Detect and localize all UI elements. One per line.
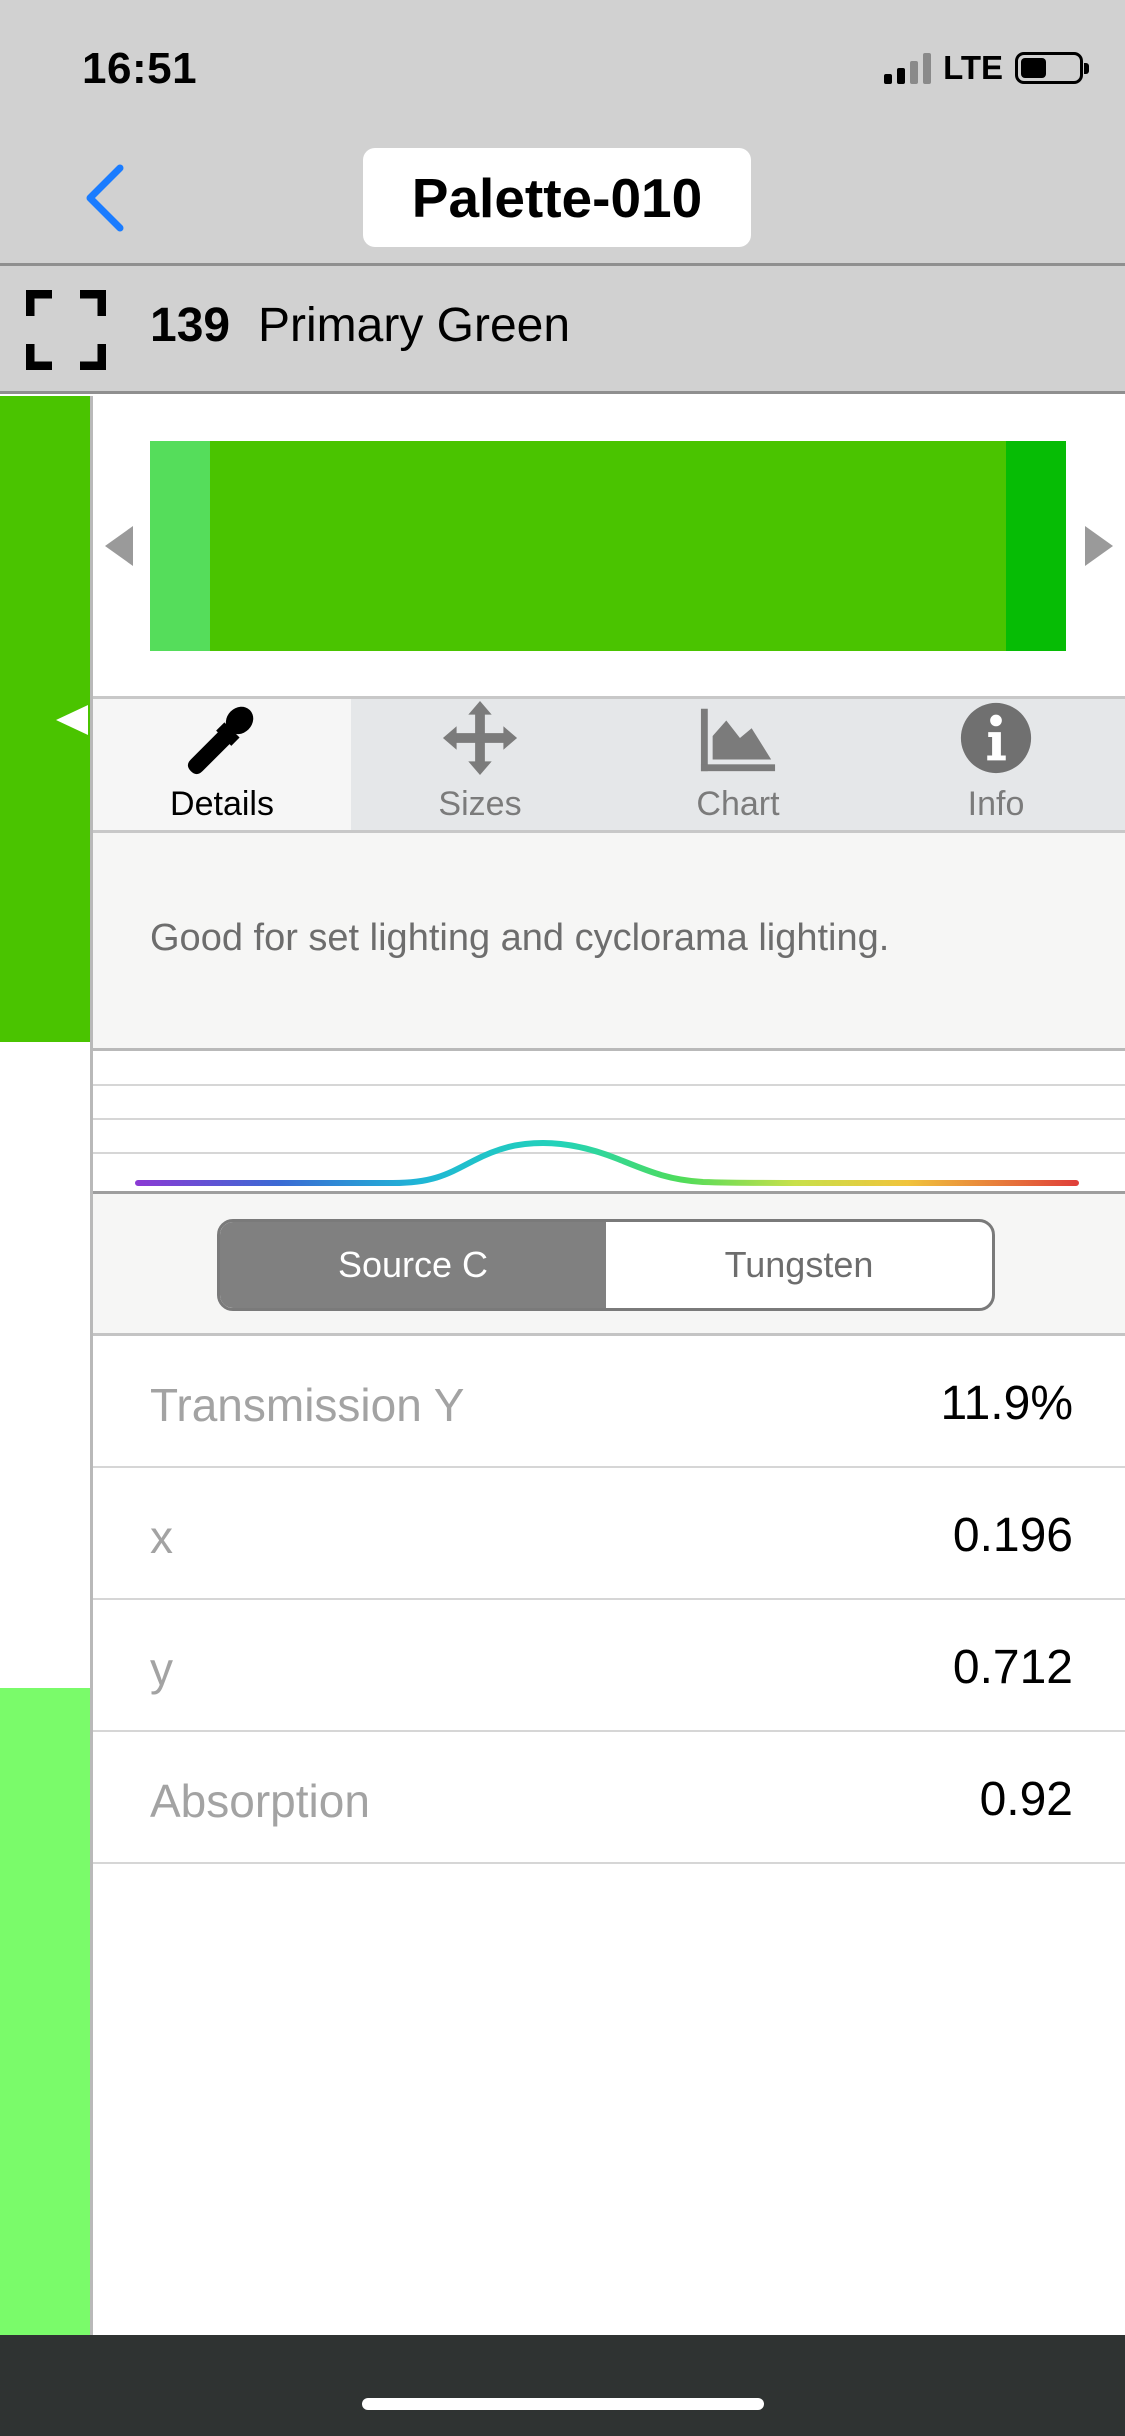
tab-sizes[interactable]: Sizes [351,699,609,830]
swatch-edge-right [1006,441,1066,651]
row-value: 0.92 [979,1773,1073,1826]
signal-icon [884,52,932,84]
tab-details[interactable]: Details [93,699,351,830]
row-value: 0.196 [952,1509,1073,1562]
measurements-table: Transmission Y 11.9% x 0.196 y 0.712 Abs… [93,1336,1125,1864]
info-circle-icon [960,702,1032,774]
row-label: Absorption [150,1775,370,1827]
move-arrows-icon [442,700,518,776]
row-label: x [150,1511,173,1563]
tab-label: Chart [696,785,780,823]
home-bar [0,2335,1125,2436]
swatch-center [210,441,1006,651]
row-value: 0.712 [952,1641,1073,1694]
strip-swatch-following[interactable] [0,1688,90,2335]
status-indicators: LTE [884,48,1089,88]
table-row: y 0.712 [93,1600,1125,1732]
area-chart-icon [700,708,776,772]
tungsten-option[interactable]: Tungsten [606,1222,992,1308]
spectral-curve-preview[interactable] [93,1051,1125,1191]
tab-bar: Details Sizes Chart Info [93,696,1125,833]
swatch-area [93,396,1125,696]
tab-chart[interactable]: Chart [609,699,867,830]
detail-panel: Details Sizes Chart Info Good for set li… [93,396,1125,2335]
swatch-edge-left [150,441,210,651]
table-row: Transmission Y 11.9% [93,1336,1125,1468]
source-c-option[interactable]: Source C [220,1222,606,1308]
palette-title[interactable]: Palette-010 [363,148,751,247]
spectral-curve [93,1084,1125,1186]
row-value: 11.9% [940,1377,1073,1430]
filter-number: 139 [150,299,231,352]
top-bar: 16:51 LTE Palette-010 [0,0,1125,264]
eyedropper-icon [187,706,254,775]
current-marker-icon [56,705,88,735]
description-section: Good for set lighting and cyclorama ligh… [93,833,1125,1051]
back-button[interactable] [82,158,146,238]
row-label: y [150,1643,173,1695]
home-indicator[interactable] [362,2398,764,2410]
light-source-section: Source C Tungsten [93,1191,1125,1336]
battery-icon [1015,52,1089,84]
previous-arrow-icon[interactable] [105,526,133,566]
tab-label: Sizes [438,785,522,823]
filter-header: 139 Primary Green [0,266,1125,394]
chevron-left-icon [86,164,124,232]
table-row: Absorption 0.92 [93,1732,1125,1864]
tab-label: Details [170,785,274,823]
strip-swatch-next[interactable] [0,1042,90,1688]
description-text: Good for set lighting and cyclorama ligh… [150,917,890,959]
filter-name: Primary Green [258,299,571,352]
light-source-control: Source C Tungsten [217,1219,995,1311]
fullscreen-icon[interactable] [26,290,106,370]
next-arrow-icon[interactable] [1085,526,1113,566]
color-swatch [150,441,1066,651]
row-label: Transmission Y [150,1379,465,1431]
table-row: x 0.196 [93,1468,1125,1600]
tab-label: Info [967,785,1025,823]
tab-info[interactable]: Info [867,699,1125,830]
network-label: LTE [943,49,1003,86]
status-time: 16:51 [82,44,198,93]
